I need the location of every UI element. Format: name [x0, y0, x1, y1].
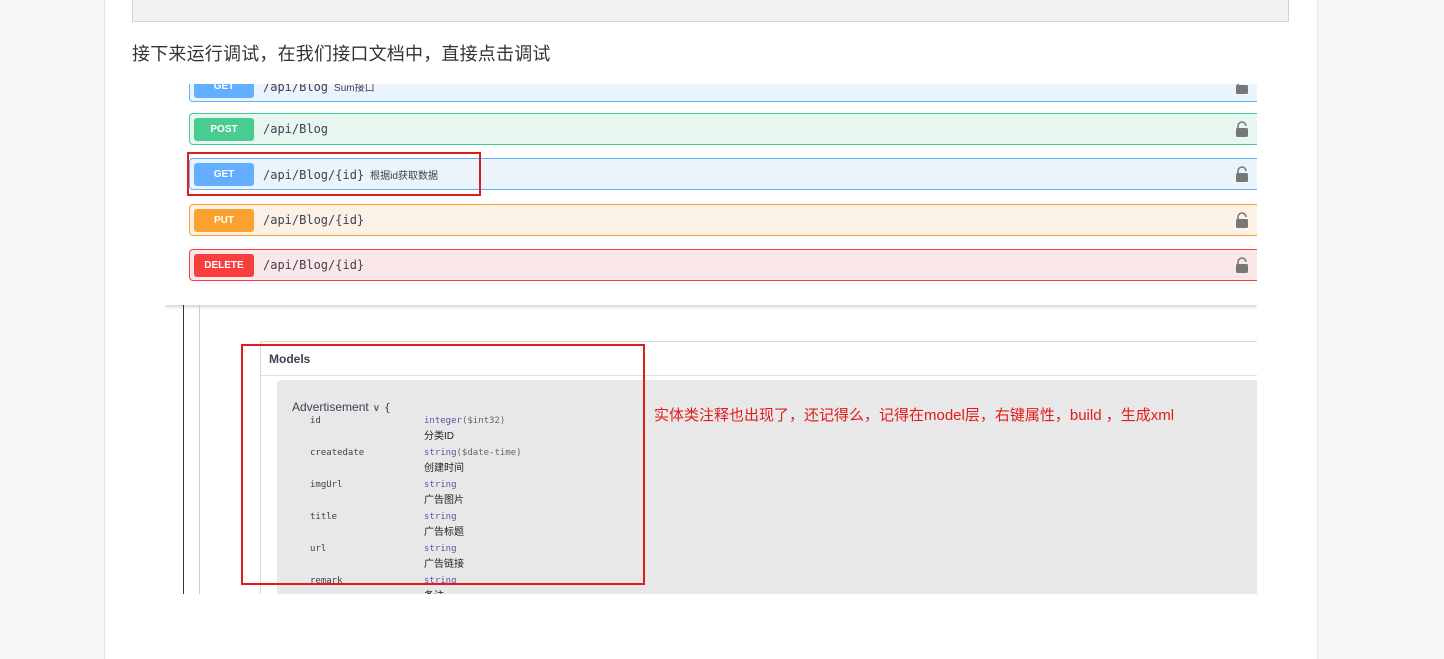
annotation-text: 实体类注释也出现了，还记得么，记得在model层，右键属性，build ，生成x…: [654, 407, 1175, 424]
method-badge: GET: [194, 84, 254, 98]
lock-icon[interactable]: [1235, 84, 1249, 94]
code-block: [132, 0, 1289, 22]
operation-summary: Sum接口: [334, 84, 375, 94]
highlight-box-models: [241, 344, 645, 585]
lock-icon[interactable]: [1235, 166, 1249, 182]
method-badge: PUT: [194, 209, 254, 232]
lock-icon[interactable]: [1235, 257, 1249, 273]
method-badge: DELETE: [194, 254, 254, 277]
operation-path: /api/Blog: [263, 84, 329, 94]
intro-paragraph: 接下来运行调试，在我们接口文档中，直接点击调试: [132, 44, 551, 64]
lock-icon[interactable]: [1235, 121, 1249, 137]
operation-post-blog[interactable]: POST /api/Blog: [189, 113, 1257, 145]
operation-path: /api/Blog: [263, 122, 329, 136]
operation-delete-blog-id[interactable]: DELETE /api/Blog/{id}: [189, 249, 1257, 281]
section-divider: [199, 305, 200, 594]
operation-put-blog-id[interactable]: PUT /api/Blog/{id}: [189, 204, 1257, 236]
swagger-screenshot: GET /api/Blog Sum接口 POST /api/Blog GET /a…: [165, 84, 1257, 594]
highlight-box-get-id: [187, 152, 481, 196]
section-divider: [183, 305, 184, 594]
article-body: 接下来运行调试，在我们接口文档中，直接点击调试 GET /api/Blog Sum…: [104, 0, 1318, 659]
operation-get-blog[interactable]: GET /api/Blog Sum接口: [189, 84, 1257, 102]
operation-path: /api/Blog/{id}: [263, 258, 365, 272]
lock-icon[interactable]: [1235, 212, 1249, 228]
method-badge: POST: [194, 118, 254, 141]
operation-path: /api/Blog/{id}: [263, 213, 365, 227]
property-description: 备注: [424, 587, 444, 594]
